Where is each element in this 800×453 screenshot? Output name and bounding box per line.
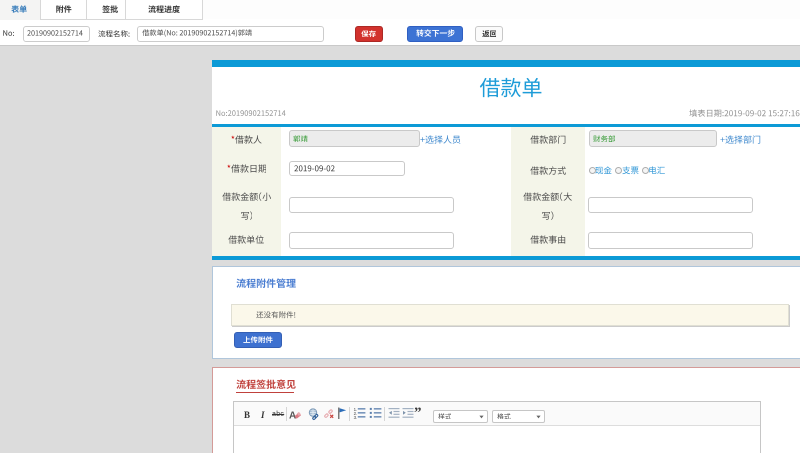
svg-text:3.: 3.: [354, 415, 358, 419]
